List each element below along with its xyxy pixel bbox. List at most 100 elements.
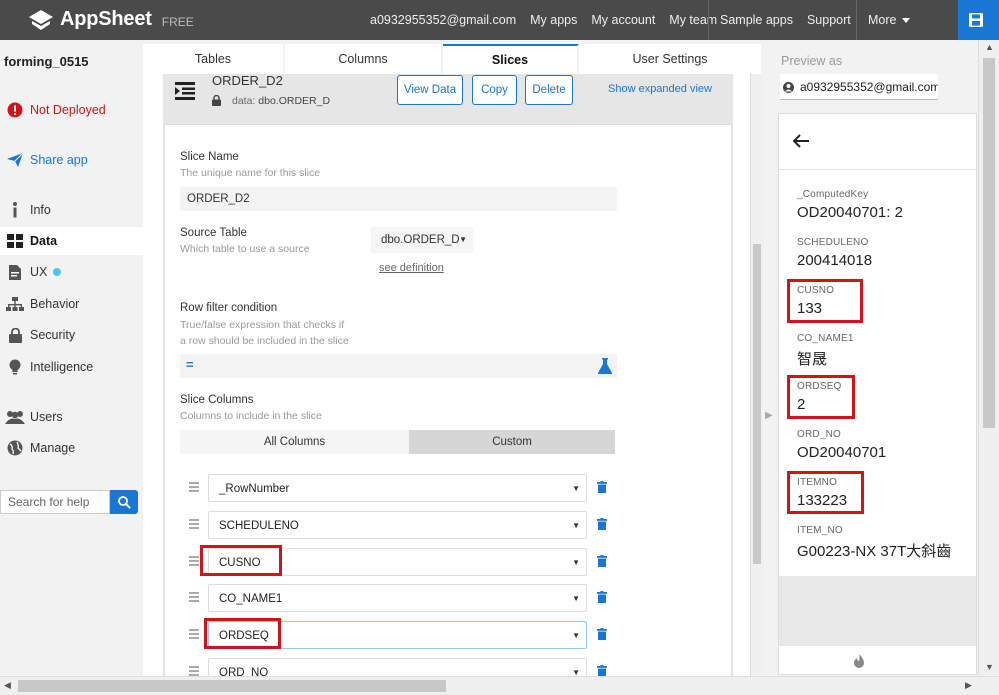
highlight-box bbox=[787, 279, 863, 323]
slice-columns-label: Slice Columns bbox=[180, 394, 254, 406]
scroll-right-icon[interactable]: ▶ bbox=[965, 680, 972, 691]
preview-field-label: CO_NAME1 bbox=[797, 333, 854, 344]
sidebar-item-ux[interactable]: UX bbox=[0, 258, 143, 286]
drag-handle-icon[interactable] bbox=[189, 666, 199, 676]
trash-icon[interactable] bbox=[597, 665, 607, 676]
account-email: a0932955352@gmail.com bbox=[370, 13, 517, 27]
caret-down-icon: ▼ bbox=[572, 484, 580, 493]
share-app-label: Share app bbox=[30, 153, 88, 167]
drag-handle-icon[interactable] bbox=[189, 592, 199, 604]
highlight-box bbox=[204, 618, 281, 649]
scroll-thumb[interactable] bbox=[18, 680, 446, 692]
delete-button[interactable]: Delete bbox=[525, 75, 573, 105]
app-preview-device: _ComputedKey OD20040701: 2 SCHEDULENO 20… bbox=[778, 113, 977, 675]
sidebar-item-users[interactable]: Users bbox=[0, 403, 143, 431]
nav-more[interactable]: More bbox=[868, 0, 911, 40]
sidebar-item-intelligence[interactable]: Intelligence bbox=[0, 353, 143, 381]
preview-footer bbox=[779, 576, 976, 646]
drag-handle-icon[interactable] bbox=[189, 556, 199, 568]
lock-icon bbox=[0, 327, 30, 343]
nav-sample-apps[interactable]: Sample apps bbox=[720, 13, 793, 27]
caret-down-icon: ▼ bbox=[572, 631, 580, 640]
caret-down-icon: ▼ bbox=[459, 235, 467, 244]
share-app-button[interactable]: Share app bbox=[0, 146, 143, 174]
preview-user-input[interactable]: a0932955352@gmail.com bbox=[780, 74, 938, 100]
plan-badge: FREE bbox=[161, 14, 194, 29]
editor-scrollbar[interactable] bbox=[750, 74, 763, 676]
preview-as-label: Preview as bbox=[781, 54, 843, 68]
column-name: ORD_NO bbox=[219, 667, 269, 676]
see-definition-link[interactable]: see definition bbox=[379, 262, 444, 274]
tab-user-settings[interactable]: User Settings bbox=[579, 44, 763, 74]
nav-my-account[interactable]: My account bbox=[591, 13, 655, 27]
appsheet-logo[interactable]: AppSheet FREE bbox=[28, 8, 194, 31]
help-search-button[interactable] bbox=[110, 490, 138, 514]
source-table-value: dbo.ORDER_D bbox=[381, 234, 460, 246]
nav-divider bbox=[856, 0, 857, 40]
back-arrow-icon[interactable] bbox=[793, 134, 809, 148]
scroll-down-icon[interactable]: ▼ bbox=[985, 662, 994, 672]
nav-my-apps[interactable]: My apps bbox=[530, 13, 577, 27]
trash-icon[interactable] bbox=[597, 481, 607, 493]
save-icon bbox=[969, 13, 983, 27]
column-select[interactable]: SCHEDULENO ▼ bbox=[208, 511, 587, 539]
lock-icon bbox=[212, 95, 221, 106]
caret-down-icon: ▼ bbox=[572, 594, 580, 603]
tab-tables[interactable]: Tables bbox=[143, 44, 285, 74]
sidebar-item-info[interactable]: Info bbox=[0, 196, 143, 224]
brand-name: AppSheet bbox=[60, 8, 152, 30]
scroll-thumb[interactable] bbox=[753, 244, 761, 564]
tab-slices[interactable]: Slices bbox=[443, 44, 579, 74]
tab-columns[interactable]: Columns bbox=[285, 44, 443, 74]
scroll-up-icon[interactable]: ▲ bbox=[985, 42, 994, 52]
slice-name-input[interactable]: ORDER_D2 bbox=[180, 187, 617, 211]
source-table-select[interactable]: dbo.ORDER_D ▼ bbox=[371, 227, 473, 253]
flask-icon[interactable] bbox=[598, 358, 612, 374]
column-row: ORD_NO ▼ bbox=[189, 658, 609, 676]
help-search-input[interactable]: Search for help bbox=[0, 490, 110, 514]
custom-toggle[interactable]: Custom bbox=[409, 430, 615, 454]
drag-handle-icon[interactable] bbox=[189, 629, 199, 641]
nav-my-team[interactable]: My team bbox=[669, 13, 717, 27]
data-prefix: data: bbox=[232, 95, 256, 107]
show-expanded-view-link[interactable]: Show expanded view bbox=[608, 83, 712, 95]
scroll-left-icon[interactable]: ◀ bbox=[4, 680, 11, 691]
trash-icon[interactable] bbox=[597, 591, 607, 603]
slice-editor: ORDER_D2 data: dbo.ORDER_D View Data Cop… bbox=[143, 74, 763, 676]
sidebar-item-security[interactable]: Security bbox=[0, 321, 143, 349]
slice-title[interactable]: ORDER_D2 bbox=[212, 74, 283, 88]
horizontal-scrollbar[interactable]: ◀ ▶ bbox=[0, 676, 999, 695]
sidebar-item-manage[interactable]: Manage bbox=[0, 434, 143, 462]
drag-handle-icon[interactable] bbox=[189, 519, 199, 531]
column-select[interactable]: _RowNumber ▼ bbox=[208, 474, 587, 502]
scroll-thumb[interactable] bbox=[983, 58, 995, 428]
preview-field-label: ORD_NO bbox=[797, 429, 841, 440]
sidebar-item-behavior[interactable]: Behavior bbox=[0, 290, 143, 318]
deploy-status[interactable]: Not Deployed bbox=[0, 96, 143, 124]
collapse-preview-icon[interactable]: ▶ bbox=[765, 410, 773, 421]
alert-icon bbox=[0, 102, 30, 118]
sidebar-item-data[interactable]: Data bbox=[0, 227, 143, 255]
slice-name-desc: The unique name for this slice bbox=[180, 167, 321, 179]
sidebar-item-label: Security bbox=[30, 328, 76, 342]
trash-icon[interactable] bbox=[597, 628, 607, 640]
users-icon bbox=[0, 410, 30, 424]
row-filter-label: Row filter condition bbox=[180, 302, 278, 314]
page-scrollbar[interactable]: ▲ ▼ bbox=[978, 40, 999, 676]
search-icon bbox=[117, 495, 131, 509]
save-button[interactable] bbox=[958, 0, 999, 40]
new-dot-icon bbox=[53, 268, 62, 276]
row-filter-input[interactable]: = bbox=[180, 354, 617, 378]
column-select[interactable]: CO_NAME1 ▼ bbox=[208, 584, 587, 612]
source-table-desc: Which table to use a source bbox=[180, 243, 310, 255]
view-data-button[interactable]: View Data bbox=[397, 75, 463, 105]
trash-icon[interactable] bbox=[597, 518, 607, 530]
trash-icon[interactable] bbox=[597, 555, 607, 567]
nav-support[interactable]: Support bbox=[807, 13, 851, 27]
copy-button[interactable]: Copy bbox=[472, 75, 517, 105]
column-select[interactable]: ORD_NO ▼ bbox=[208, 658, 587, 676]
sidebar-item-label: Info bbox=[30, 203, 51, 217]
drag-handle-icon[interactable] bbox=[189, 482, 199, 494]
flame-icon[interactable] bbox=[853, 654, 865, 669]
all-columns-toggle[interactable]: All Columns bbox=[180, 430, 409, 454]
